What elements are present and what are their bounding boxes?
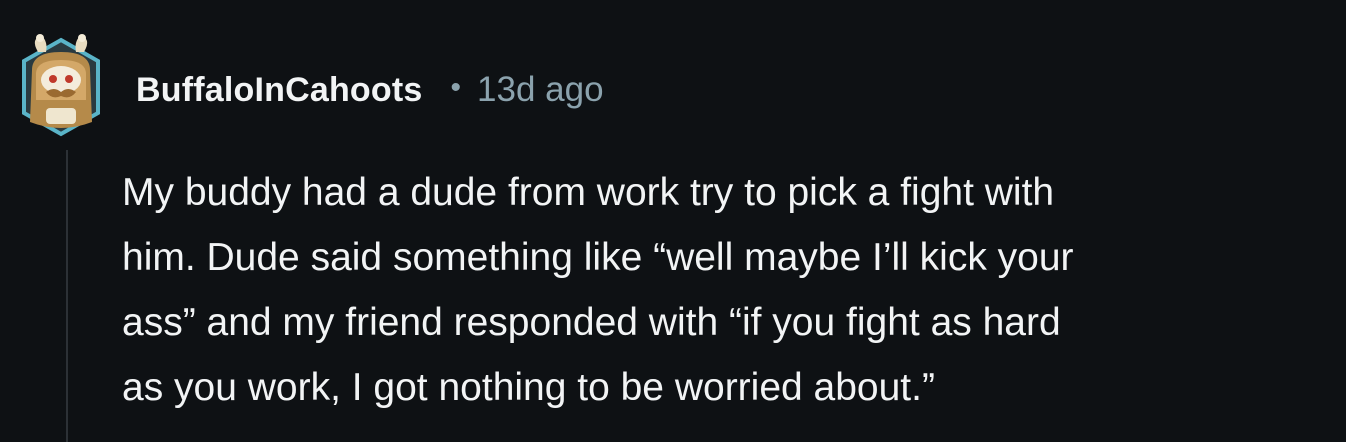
comment-body-line: him. Dude said something like “well mayb… bbox=[122, 236, 1074, 279]
username-link[interactable]: BuffaloInCahoots bbox=[136, 71, 423, 110]
comment-body-line: ass” and my friend responded with “if yo… bbox=[122, 301, 1061, 344]
separator-dot: • bbox=[450, 71, 462, 104]
timestamp[interactable]: 13d ago bbox=[477, 70, 604, 110]
comment-body-line: as you work, I got nothing to be worried… bbox=[122, 366, 935, 409]
thread-line[interactable] bbox=[66, 150, 68, 442]
comment-meta: BuffaloInCahoots • 13d ago bbox=[136, 68, 604, 112]
comment: BuffaloInCahoots • 13d ago My buddy had … bbox=[0, 0, 1346, 442]
snoo-avatar-icon bbox=[22, 34, 100, 137]
avatar[interactable] bbox=[18, 30, 104, 142]
comment-body-line: My buddy had a dude from work try to pic… bbox=[122, 171, 1055, 214]
comment-body: My buddy had a dude from work try to pic… bbox=[122, 160, 1322, 420]
